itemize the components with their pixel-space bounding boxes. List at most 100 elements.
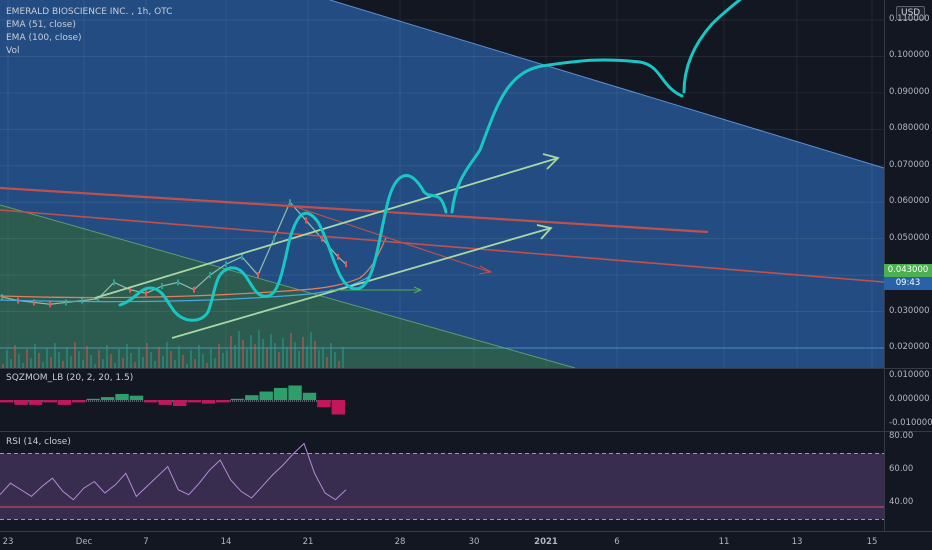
rsi-band: [0, 453, 884, 520]
price-tick-label: 0.100000: [889, 50, 930, 61]
momentum-bar: [115, 393, 129, 400]
volume-bar: [2, 364, 4, 368]
volume-bar: [234, 345, 236, 368]
volume-bar: [162, 356, 164, 368]
volume-bar: [258, 330, 260, 368]
volume-bar: [150, 352, 152, 368]
volume-bar: [242, 340, 244, 368]
volume-bar: [10, 359, 12, 368]
volume-bar: [102, 359, 104, 368]
volume-bar: [62, 361, 64, 368]
volume-bar: [122, 358, 124, 368]
last-price-tag: 0.043000: [884, 264, 932, 277]
chart-canvas[interactable]: [0, 0, 932, 550]
rsi-title[interactable]: RSI (14, close): [6, 437, 71, 447]
volume-bar: [146, 343, 148, 368]
volume-bar: [134, 362, 136, 368]
time-tick-label: 30: [468, 537, 480, 547]
momentum-bar: [144, 400, 158, 403]
volume-bar: [306, 346, 308, 368]
oscillator-title[interactable]: SQZMOM_LB (20, 2, 20, 1.5): [6, 373, 133, 383]
momentum-bar: [43, 400, 57, 403]
momentum-bar: [158, 400, 172, 405]
symbol-title[interactable]: EMERALD BIOSCIENCE INC. , 1h, OTC: [6, 6, 172, 19]
time-tick-label: 13: [791, 537, 803, 547]
price-candle: [209, 272, 211, 279]
price-tick-label: 0.060000: [889, 196, 930, 207]
momentum-bar: [317, 400, 331, 408]
volume-bar: [326, 357, 328, 368]
price-candle: [1, 293, 3, 300]
price-tick-label: 0.080000: [889, 123, 930, 134]
volume-bar: [126, 344, 128, 368]
price-tick-label: 0.050000: [889, 232, 930, 243]
volume-bar: [158, 347, 160, 368]
volume-bar: [338, 361, 340, 368]
volume-bar: [274, 343, 276, 368]
time-tick-label: 21: [302, 537, 314, 547]
volume-bar: [222, 353, 224, 368]
price-candle: [81, 297, 83, 304]
volume-bar: [250, 335, 252, 368]
time-tick-label: Dec: [75, 537, 93, 547]
volume-bar: [58, 352, 60, 368]
volume-legend[interactable]: Vol: [6, 45, 172, 58]
volume-bar: [302, 337, 304, 368]
volume-bar: [246, 349, 248, 368]
volume-bar: [94, 364, 96, 368]
price-candle: [145, 290, 147, 297]
volume-bar: [30, 358, 32, 368]
momentum-bar: [259, 391, 273, 400]
volume-bar: [86, 346, 88, 368]
volume-bar: [110, 354, 112, 368]
volume-bar: [38, 353, 40, 368]
volume-bar: [290, 333, 292, 368]
rsi-pane[interactable]: [0, 432, 884, 531]
momentum-bar: [100, 397, 115, 400]
volume-bar: [70, 356, 72, 368]
volume-bar: [206, 363, 208, 368]
price-candle: [273, 235, 275, 242]
volume-bar: [34, 344, 36, 368]
price-candle: [193, 286, 195, 293]
ema-100-legend[interactable]: EMA (100, close): [6, 32, 172, 45]
momentum-bar: [72, 400, 86, 403]
volume-bar: [202, 354, 204, 368]
volume-bar: [14, 345, 16, 368]
volume-bar: [226, 350, 228, 368]
volume-bar: [342, 347, 344, 368]
momentum-bar: [216, 400, 230, 403]
volume-bar: [218, 344, 220, 368]
price-candle: [345, 261, 347, 268]
momentum-bar: [331, 400, 345, 415]
volume-bar: [334, 352, 336, 368]
volume-bar: [310, 332, 312, 368]
volume-bar: [170, 351, 172, 368]
volume-bar: [318, 350, 320, 368]
volume-bar: [186, 364, 188, 368]
volume-bar: [286, 347, 288, 368]
momentum-bar: [201, 400, 216, 404]
countdown-tag: 09:43: [884, 277, 932, 290]
momentum-bar: [245, 395, 259, 400]
ema-51-legend[interactable]: EMA (51, close): [6, 19, 172, 32]
price-candle: [289, 199, 291, 206]
price-candle: [177, 279, 179, 286]
rsi-tick-label: 40.00: [889, 496, 914, 507]
momentum-bar: [28, 400, 43, 405]
price-candle: [113, 279, 115, 286]
volume-bar: [6, 350, 8, 368]
price-candle: [161, 283, 163, 290]
price-tick-label: 0.110000: [889, 14, 930, 25]
price-tick-label: 0.070000: [889, 159, 930, 170]
oscillator-tick-label: 0.000000: [889, 394, 930, 404]
volume-bar: [194, 359, 196, 368]
volume-bar: [154, 361, 156, 368]
volume-bar: [90, 355, 92, 368]
volume-bar: [174, 360, 176, 368]
price-candle: [305, 217, 307, 224]
time-tick-label: 6: [614, 537, 620, 547]
price-tick-label: 0.090000: [889, 86, 930, 97]
momentum-bar: [273, 387, 288, 400]
volume-bar: [142, 357, 144, 368]
